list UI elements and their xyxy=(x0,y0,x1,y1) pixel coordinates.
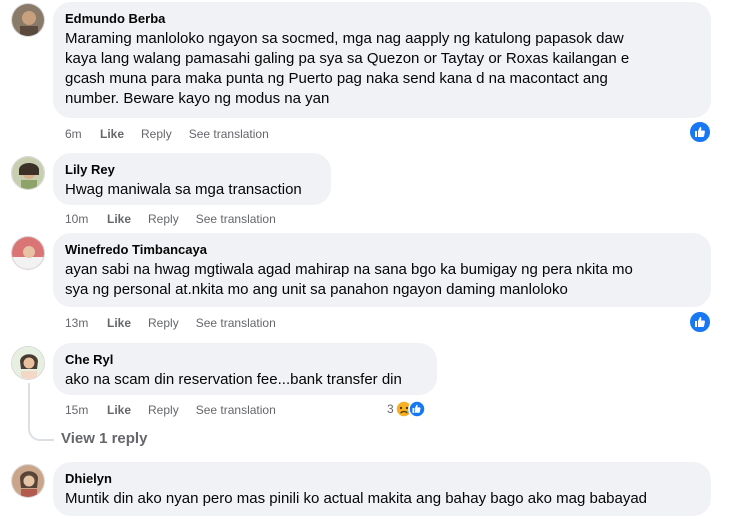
comment-author[interactable]: Lily Rey xyxy=(65,161,319,178)
avatar[interactable] xyxy=(11,464,45,498)
like-button[interactable]: Like xyxy=(107,211,131,227)
thread-line xyxy=(28,383,30,427)
comment-actions: 6m Like Reply See translation xyxy=(65,126,269,142)
see-translation-link[interactable]: See translation xyxy=(196,211,276,227)
comment-bubble: Winefredo Timbancaya ayan sabi na hwag m… xyxy=(53,233,711,307)
see-translation-link[interactable]: See translation xyxy=(189,126,269,142)
comment-line: gcash muna para maka punta ng Puerto pag… xyxy=(65,70,608,87)
avatar[interactable] xyxy=(11,236,45,270)
comment-line: Muntik din ako nyan pero mas pinili ko a… xyxy=(65,490,648,507)
like-button[interactable]: Like xyxy=(100,126,124,142)
reply-button[interactable]: Reply xyxy=(148,402,179,418)
comment-author[interactable]: Che Ryl xyxy=(65,351,425,368)
thread-connector xyxy=(28,425,54,441)
comment-text: ako na scam din reservation fee...bank t… xyxy=(65,370,425,390)
comment-actions: 15m Like Reply See translation xyxy=(65,402,276,418)
comment-line: Hwag maniwala sa mga transaction xyxy=(65,181,302,198)
comment-author[interactable]: Dhielyn xyxy=(65,470,699,487)
comment-bubble: Che Ryl ako na scam din reservation fee.… xyxy=(53,343,437,395)
reply-button[interactable]: Reply xyxy=(148,211,179,227)
avatar[interactable] xyxy=(11,3,45,37)
reply-button[interactable]: Reply xyxy=(148,315,179,331)
comment-text: ayan sabi na hwag mgtiwala agad mahirap … xyxy=(65,260,699,300)
like-reaction-icon[interactable] xyxy=(688,310,712,334)
like-reaction-icon[interactable] xyxy=(688,120,712,144)
reply-button[interactable]: Reply xyxy=(141,126,172,142)
comment-author[interactable]: Edmundo Berba xyxy=(65,10,699,27)
comment-text: Hwag maniwala sa mga transaction xyxy=(65,180,319,200)
comment-line: number. Beware kayo ng modus na yan xyxy=(65,90,330,107)
comment-actions: 13m Like Reply See translation xyxy=(65,315,276,331)
comment-bubble: Lily Rey Hwag maniwala sa mga transactio… xyxy=(53,153,331,205)
comment-time[interactable]: 13m xyxy=(65,315,101,331)
avatar[interactable] xyxy=(11,156,45,190)
view-replies-link[interactable]: View 1 reply xyxy=(61,430,147,447)
comment-line: ako na scam din reservation fee...bank t… xyxy=(65,371,402,388)
reaction-count: 3 xyxy=(387,402,394,416)
comment-line: Maraming manloloko ngayon sa socmed, mga… xyxy=(65,30,624,47)
like-button[interactable]: Like xyxy=(107,402,131,418)
comment-bubble: Edmundo Berba Maraming manloloko ngayon … xyxy=(53,2,711,118)
like-button[interactable]: Like xyxy=(107,315,131,331)
avatar[interactable] xyxy=(11,346,45,380)
reaction-summary[interactable]: 3 xyxy=(387,400,426,418)
like-reaction-icon xyxy=(407,400,426,418)
comment-time[interactable]: 6m xyxy=(65,126,93,142)
comment-time[interactable]: 10m xyxy=(65,211,101,227)
comment-text: Muntik din ako nyan pero mas pinili ko a… xyxy=(65,489,699,509)
comment-actions: 10m Like Reply See translation xyxy=(65,211,276,227)
see-translation-link[interactable]: See translation xyxy=(196,315,276,331)
comment-time[interactable]: 15m xyxy=(65,402,101,418)
comment-line: ayan sabi na hwag mgtiwala agad mahirap … xyxy=(65,261,633,278)
comment-bubble: Dhielyn Muntik din ako nyan pero mas pin… xyxy=(53,462,711,516)
comment-text: Maraming manloloko ngayon sa socmed, mga… xyxy=(65,29,699,109)
see-translation-link[interactable]: See translation xyxy=(196,402,276,418)
comment-author[interactable]: Winefredo Timbancaya xyxy=(65,241,699,258)
comment-line: sya ng personal at.nkita mo ang unit sa … xyxy=(65,281,568,298)
comment-line: kaya lang walang pamasahi galing pa sya … xyxy=(65,50,630,67)
